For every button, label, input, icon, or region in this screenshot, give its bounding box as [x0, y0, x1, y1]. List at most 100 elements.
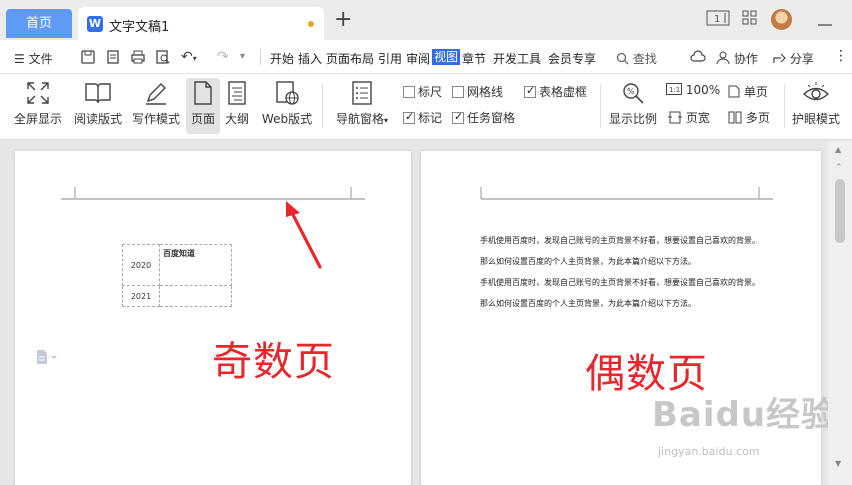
one-to-one-icon: 1:1: [666, 83, 682, 95]
outline-label: 大纲: [224, 112, 249, 126]
gridlines-label: 网格线: [467, 85, 504, 99]
task-pane-checkbox-box: [452, 110, 464, 124]
fullscreen-label: 全屏显示: [13, 112, 62, 126]
paragraph-line[interactable]: 那么如何设置百度的个人主页背景，为此本篇介绍以下方法。: [480, 256, 696, 267]
marks-checkbox[interactable]: 标记: [403, 109, 442, 126]
paragraph-line[interactable]: 那么如何设置百度的个人主页背景，为此本篇介绍以下方法。: [480, 298, 696, 309]
minimize-icon[interactable]: [818, 16, 832, 34]
outline-button[interactable]: 大纲: [222, 78, 252, 134]
writing-mode-button[interactable]: 写作模式: [130, 78, 182, 134]
paragraph-line[interactable]: 手机使用百度时，发现自己账号的主页背景不好看，想要设置自己喜欢的背景。: [480, 235, 760, 246]
document-tab[interactable]: W 文字文稿1: [78, 7, 324, 40]
nav-pane-dropdown-icon: ▾: [384, 116, 389, 125]
menu-start[interactable]: 开始: [270, 50, 294, 67]
menu-member[interactable]: 会员专享: [548, 50, 596, 67]
page-width-label: 页宽: [685, 111, 710, 125]
document-float-icon[interactable]: [35, 349, 59, 369]
fullscreen-icon: [12, 80, 64, 110]
print-icon[interactable]: [130, 49, 146, 69]
page-view-button[interactable]: 页面: [186, 78, 220, 134]
outline-icon: [222, 80, 252, 110]
single-page-button[interactable]: 单页: [728, 83, 768, 100]
zoom-100-button[interactable]: 1:1 100%: [666, 83, 720, 97]
table-cell-note[interactable]: 百度知道: [159, 244, 232, 286]
scroll-top-icon[interactable]: ⌃: [835, 163, 843, 173]
menu-references[interactable]: 引用: [378, 50, 402, 67]
apps-grid-icon[interactable]: [742, 10, 758, 28]
wps-writer-icon: W: [87, 16, 103, 32]
table-dashed-checkbox[interactable]: 表格虚框: [524, 83, 587, 100]
multi-page-icon: [728, 111, 742, 124]
search-icon: [616, 52, 629, 65]
menu-chapter[interactable]: 章节: [462, 50, 486, 67]
web-globe-icon: [258, 80, 316, 110]
collaborate-button[interactable]: 协作: [716, 50, 758, 67]
ruler-checkbox[interactable]: 标尺: [403, 83, 442, 100]
table-cell-note[interactable]: [159, 285, 232, 307]
view-ribbon: 全屏显示 阅读版式 写作模式 页面 大纲 Web版式 导航窗格▾ 标尺 网格线 …: [0, 74, 852, 140]
multi-page-button[interactable]: 多页: [728, 109, 770, 126]
quick-access-more-icon[interactable]: ▾: [240, 51, 245, 62]
gridlines-checkbox-box: [452, 86, 464, 98]
ruler-label: 标尺: [418, 85, 443, 99]
menu-insert[interactable]: 插入: [298, 50, 322, 67]
nav-pane-button[interactable]: 导航窗格▾: [330, 78, 394, 134]
menu-bar: ☰ 文件 ↶▾ ↷ ▾ 开始 插入 页面布局 引用 审阅 视图 章节 开发工具 …: [0, 40, 852, 74]
task-pane-checkbox[interactable]: 任务窗格: [452, 109, 515, 126]
cloud-sync-icon[interactable]: [690, 50, 706, 67]
page-width-button[interactable]: 页宽: [668, 109, 710, 126]
reading-layout-button[interactable]: 阅读版式: [72, 78, 124, 134]
undo-icon[interactable]: ↶▾: [181, 49, 197, 65]
user-avatar[interactable]: [771, 9, 792, 30]
ribbon-separator: [784, 84, 785, 128]
menu-developer[interactable]: 开发工具: [493, 50, 541, 67]
page-count-icon[interactable]: 1: [706, 10, 730, 28]
table-dashed-label: 表格虚框: [539, 85, 588, 99]
web-layout-button[interactable]: Web版式: [258, 78, 316, 134]
save-icon[interactable]: [80, 49, 96, 69]
menu-page-layout[interactable]: 页面布局: [326, 50, 374, 67]
odd-page-table[interactable]: 2020 百度知道 2021: [122, 244, 232, 307]
export-pdf-icon[interactable]: [105, 49, 121, 69]
task-pane-label: 任务窗格: [467, 111, 516, 125]
odd-page-label: 奇数页: [212, 339, 335, 385]
eye-protection-label: 护眼模式: [791, 112, 840, 126]
vertical-scrollbar[interactable]: ▲ ⌃ ▼: [828, 141, 852, 485]
page-width-icon: [668, 111, 682, 124]
annotation-arrow-icon: [286, 201, 322, 269]
home-tab[interactable]: 首页: [6, 9, 72, 38]
share-icon: [773, 53, 786, 63]
file-menu[interactable]: ☰ 文件: [14, 50, 53, 67]
new-tab-plus-icon[interactable]: +: [334, 7, 352, 32]
eye-icon: [790, 80, 842, 110]
scrollbar-thumb[interactable]: [835, 179, 845, 243]
nav-pane-label: 导航窗格: [335, 112, 384, 126]
menu-review[interactable]: 审阅: [406, 50, 430, 67]
writing-mode-label: 写作模式: [131, 112, 180, 126]
table-row: 2021: [122, 285, 232, 307]
marks-label: 标记: [418, 111, 443, 125]
print-preview-icon[interactable]: [155, 49, 171, 69]
document-tab-title: 文字文稿1: [109, 20, 170, 35]
table-cell-year[interactable]: 2020: [122, 244, 160, 286]
table-cell-year[interactable]: 2021: [122, 285, 160, 307]
single-page-label: 单页: [743, 85, 768, 99]
paragraph-line[interactable]: 手机使用百度时，发现自己账号的主页背景不好看，想要设置自己喜欢的背景。: [480, 277, 760, 288]
zoom-magnifier-icon: %: [606, 80, 660, 110]
svg-text:1:1: 1:1: [669, 86, 680, 94]
unsaved-dot-icon: [308, 21, 314, 27]
redo-icon[interactable]: ↷: [217, 49, 229, 65]
share-button[interactable]: 分享: [772, 50, 814, 67]
fullscreen-button[interactable]: 全屏显示: [12, 78, 64, 134]
ribbon-separator: [322, 84, 323, 128]
baidu-watermark-url: jingyan.baidu.com: [658, 445, 760, 458]
share-label: 分享: [789, 52, 814, 66]
menu-view[interactable]: 视图: [432, 49, 461, 65]
zoom-ratio-button[interactable]: % 显示比例: [606, 78, 660, 134]
gridlines-checkbox[interactable]: 网格线: [452, 83, 503, 100]
eye-protection-button[interactable]: 护眼模式: [790, 78, 842, 134]
scroll-up-icon[interactable]: ▲: [835, 145, 841, 154]
more-options-icon[interactable]: ⋮: [834, 48, 848, 64]
search-box[interactable]: 查找: [616, 50, 657, 67]
scroll-down-icon[interactable]: ▼: [835, 459, 841, 468]
